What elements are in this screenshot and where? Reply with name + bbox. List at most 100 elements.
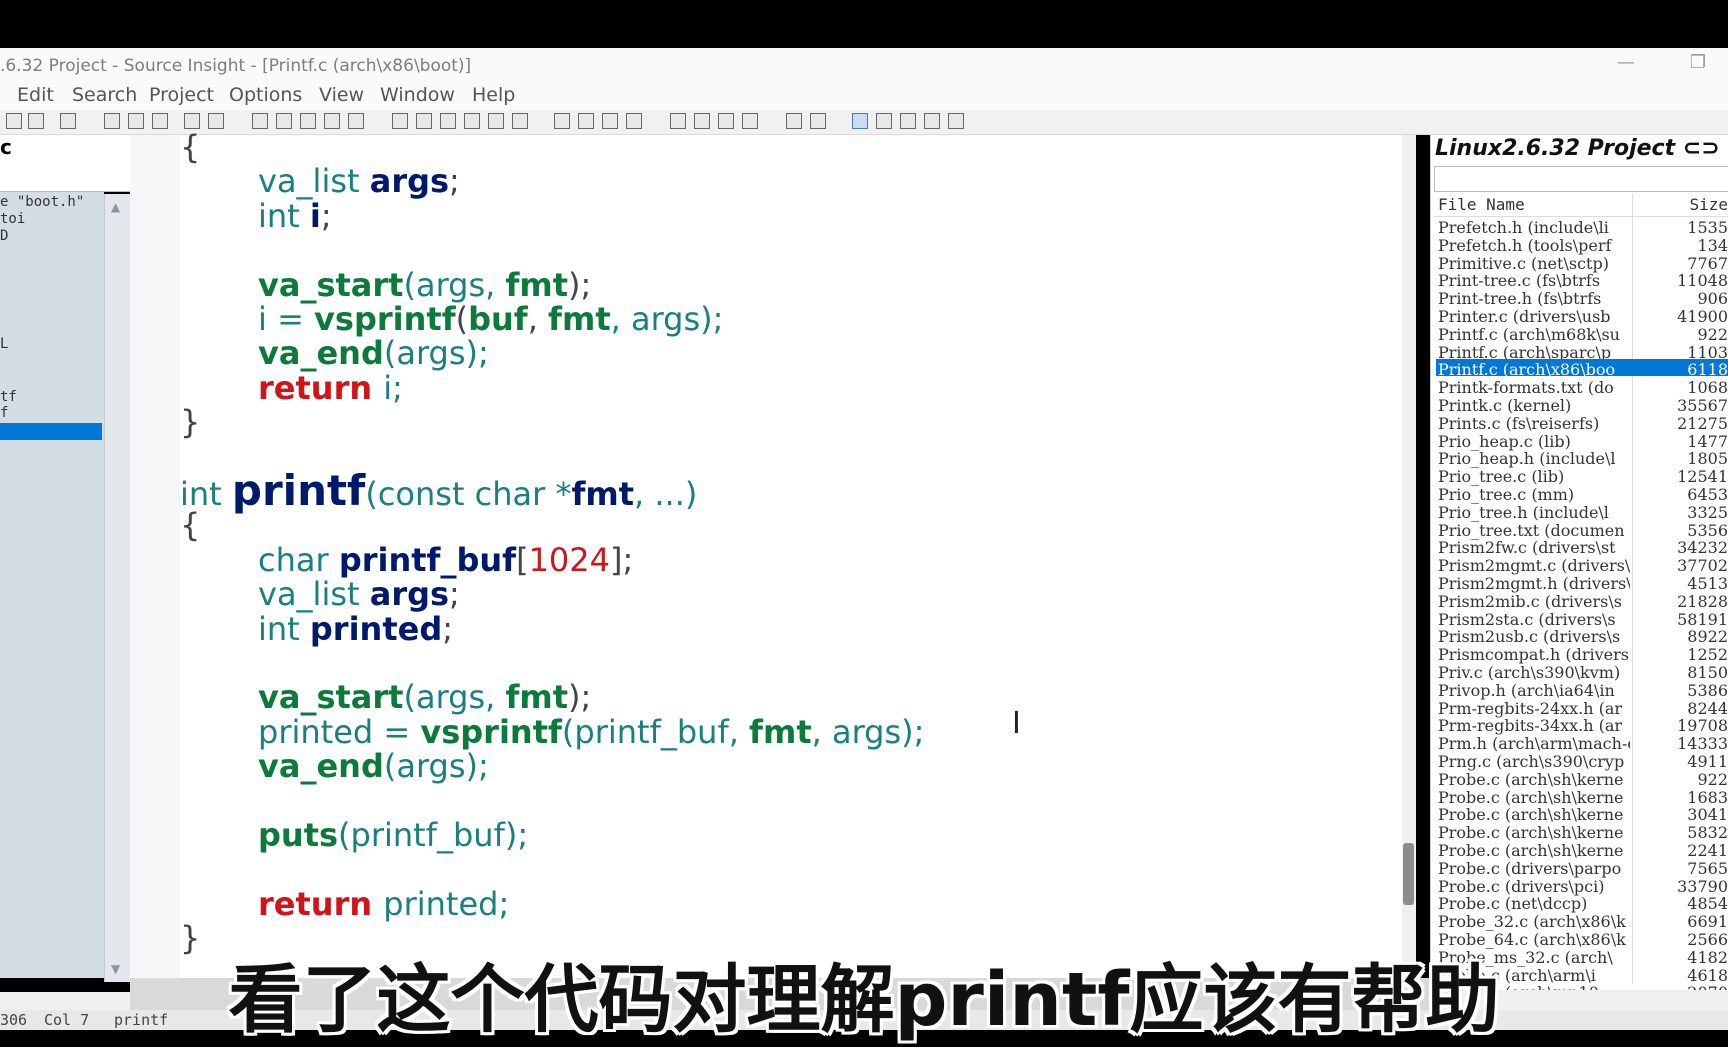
maximize-button[interactable]: ❐ (1684, 52, 1712, 76)
code-line[interactable]: i = vsprintf(buf, fmt, args); (258, 300, 723, 338)
editor-scroll-thumb[interactable] (1403, 843, 1414, 905)
file-size: 1068 (1687, 378, 1728, 398)
menu-search[interactable]: Search (72, 84, 137, 106)
code-token: int (258, 609, 310, 648)
code-line[interactable]: va_list args; (258, 575, 460, 613)
file-name: Priv.c (arch\s390\kvm) (1438, 663, 1621, 682)
file-size: 14333 (1677, 734, 1728, 754)
symbol-item[interactable]: e "boot.h" (0, 194, 84, 210)
file-name: Prism2mib.c (drivers\s (1438, 591, 1622, 611)
undo-icon[interactable] (184, 113, 200, 129)
file-size: 1683 (1687, 787, 1728, 807)
layout-4-icon[interactable] (742, 113, 758, 129)
sync-icon[interactable] (786, 113, 802, 129)
symbol-scrollbar[interactable]: ▲ ▼ (104, 194, 131, 982)
column-file-name[interactable]: File Name (1438, 195, 1525, 214)
symbol-item[interactable]: D (0, 228, 8, 244)
code-token: vsprintf (314, 300, 456, 338)
code-line[interactable]: return i; (258, 369, 403, 407)
symbol-window-icon[interactable] (554, 113, 570, 129)
context-icon[interactable] (948, 113, 964, 129)
file-name: Probe.c (drivers\pci) (1438, 876, 1605, 896)
code-token: [ (516, 540, 529, 579)
layout-2-icon[interactable] (694, 113, 710, 129)
symbol-panel-title: c (0, 135, 12, 159)
menu-edit[interactable]: Edit (17, 84, 54, 106)
forward-arrow-icon[interactable] (464, 113, 480, 129)
file-size: 5832 (1687, 823, 1728, 843)
scroll-up-icon[interactable]: ▲ (111, 200, 120, 214)
code-line[interactable]: { (180, 128, 200, 166)
menu-view[interactable]: View (319, 84, 364, 106)
jump-back-icon[interactable] (512, 113, 528, 129)
class-tree-icon[interactable] (924, 113, 940, 129)
code-token: (printf_buf, (561, 712, 750, 751)
search-files-icon[interactable] (324, 113, 340, 129)
code-line[interactable]: printed = vsprintf(printf_buf, fmt, args… (258, 713, 924, 751)
symbol-item[interactable]: L (0, 336, 8, 352)
menu-help[interactable]: Help (472, 84, 515, 106)
file-name: Prints.c (fs\reiserfs) (1438, 413, 1600, 433)
code-line[interactable]: puts(printf_buf); (258, 816, 528, 854)
browse-icon[interactable] (852, 113, 868, 129)
menu-options[interactable]: Options (229, 84, 302, 106)
menu-project[interactable]: Project (149, 84, 214, 106)
code-line[interactable]: va_end(args); (258, 747, 489, 785)
save-all-icon[interactable] (28, 113, 44, 129)
code-line[interactable]: } (180, 403, 200, 441)
code-token: va_list (258, 162, 370, 201)
code-line[interactable]: char printf_buf[1024]; (258, 541, 633, 579)
layout-1-icon[interactable] (670, 113, 686, 129)
tree-icon[interactable] (900, 113, 916, 129)
code-line[interactable]: va_end(args); (258, 334, 489, 372)
code-line[interactable]: int i; (258, 197, 332, 235)
code-line[interactable]: int printf(const char *fmt, ...) (180, 470, 697, 514)
symbol-item[interactable]: f (0, 405, 8, 421)
minimize-button[interactable]: — (1612, 52, 1640, 76)
toolbar (0, 110, 1728, 135)
bookmark-icon[interactable] (392, 113, 408, 129)
menu-window[interactable]: Window (380, 84, 455, 106)
code-line[interactable]: { (180, 506, 200, 544)
code-line[interactable]: va_start(args, fmt); (258, 266, 591, 304)
back-arrow-icon[interactable] (440, 113, 456, 129)
code-token: ; (449, 575, 460, 614)
file-name: Prefetch.h (tools\perf (1438, 235, 1612, 255)
file-name: Prefetch.h (include\li (1438, 218, 1609, 237)
column-size[interactable]: Size (1689, 195, 1728, 214)
replace-icon[interactable] (348, 113, 364, 129)
call-graph-icon[interactable] (876, 113, 892, 129)
layout-3-icon[interactable] (718, 113, 734, 129)
jump-icon[interactable] (488, 113, 504, 129)
file-name: Prm-regbits-34xx.h (ar (1438, 716, 1623, 736)
project-file-search[interactable] (1434, 166, 1728, 192)
copy-icon[interactable] (128, 113, 144, 129)
code-token: , (527, 300, 549, 338)
code-line[interactable]: int printed; (258, 610, 453, 648)
code-line[interactable]: return printed; (258, 885, 509, 923)
bookmark-list-icon[interactable] (416, 113, 432, 129)
symbol-search-input[interactable] (0, 163, 130, 192)
save-icon[interactable] (6, 113, 22, 129)
code-line[interactable]: va_start(args, fmt); (258, 678, 591, 716)
code-line[interactable]: va_list args; (258, 162, 460, 200)
print-icon[interactable] (60, 113, 76, 129)
help-cursor-icon[interactable] (810, 113, 826, 129)
symbol-item[interactable]: toi (0, 211, 25, 227)
find-prev-icon[interactable] (300, 113, 316, 129)
lookup-icon[interactable] (626, 113, 642, 129)
file-name: Probe.c (arch\sh\kerne (1438, 769, 1624, 789)
find-next-icon[interactable] (276, 113, 292, 129)
find-icon[interactable] (252, 113, 268, 129)
symbol-selection-highlight[interactable] (0, 423, 102, 440)
paste-icon[interactable] (152, 113, 168, 129)
symbol-item[interactable]: tf (0, 389, 17, 405)
file-size: 1252 (1687, 645, 1728, 665)
code-token: printed (309, 609, 443, 648)
code-token: i = (258, 300, 315, 338)
code-token: i (309, 196, 321, 235)
cut-icon[interactable] (104, 113, 120, 129)
relation-icon[interactable] (578, 113, 594, 129)
redo-icon[interactable] (208, 113, 224, 129)
book-icon[interactable] (602, 113, 618, 129)
